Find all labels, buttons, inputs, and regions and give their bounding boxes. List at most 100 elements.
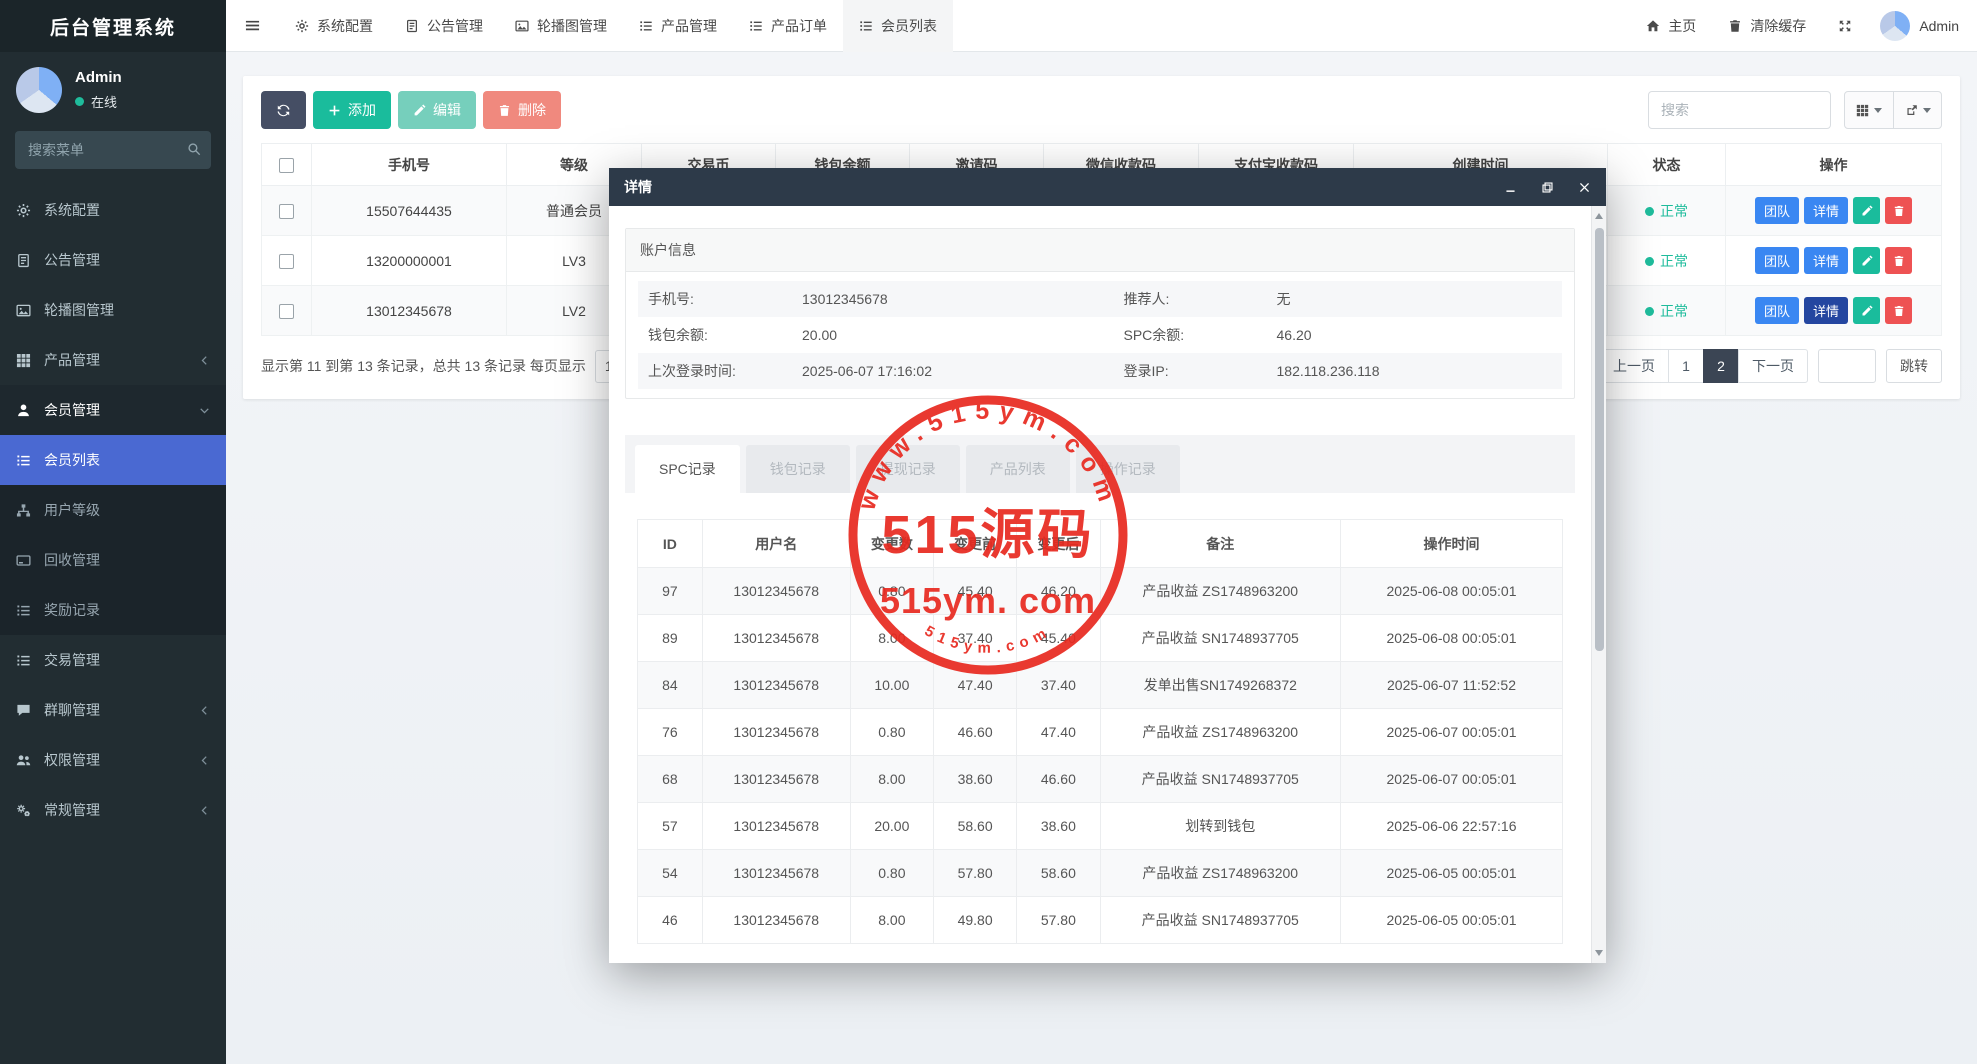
- delete-row-button[interactable]: [1885, 247, 1912, 274]
- edit-button[interactable]: 编辑: [398, 91, 476, 129]
- export-button[interactable]: [1893, 92, 1941, 128]
- tab-product-list[interactable]: 产品列表: [966, 445, 1070, 493]
- sidebar-search-input[interactable]: [15, 131, 211, 169]
- topnav-item-label: 产品管理: [661, 16, 717, 36]
- topnav-home[interactable]: 主页: [1630, 0, 1712, 52]
- doc-icon: [16, 253, 31, 268]
- topnav-item-config[interactable]: 系统配置: [279, 0, 389, 52]
- modal-title: 详情: [624, 177, 652, 197]
- spc-cell: 76: [638, 709, 703, 756]
- spc-cell: 13012345678: [702, 897, 850, 944]
- trash-icon: [1893, 255, 1905, 267]
- trash-icon: [1728, 19, 1742, 33]
- minimize-icon[interactable]: [1504, 181, 1517, 194]
- refresh-button[interactable]: [261, 91, 306, 129]
- team-button[interactable]: 团队: [1755, 297, 1799, 324]
- spc-cell: 8.00: [850, 756, 933, 803]
- grid-icon: [16, 353, 31, 368]
- page-button[interactable]: 2: [1703, 349, 1739, 383]
- spc-cell: 97: [638, 568, 703, 615]
- columns-toggle-button[interactable]: [1845, 92, 1893, 128]
- sidebar-item-trade[interactable]: 交易管理: [0, 635, 226, 685]
- sidebar-item-members[interactable]: 会员管理: [0, 385, 226, 435]
- tab-action-log[interactable]: 操作记录: [1076, 445, 1180, 493]
- pencil-icon: [413, 104, 426, 117]
- tab-spc-log[interactable]: SPC记录: [635, 445, 740, 493]
- table-search-input[interactable]: [1648, 91, 1831, 129]
- team-button[interactable]: 团队: [1755, 247, 1799, 274]
- close-icon[interactable]: [1578, 181, 1591, 194]
- sidebar-item-group-chat[interactable]: 群聊管理: [0, 685, 226, 735]
- delete-button[interactable]: 删除: [483, 91, 561, 129]
- spc-cell: 38.60: [934, 756, 1017, 803]
- hamburger-menu-icon[interactable]: [226, 0, 279, 52]
- add-button-label: 添加: [348, 100, 376, 120]
- delete-row-button[interactable]: [1885, 197, 1912, 224]
- modal-titlebar[interactable]: 详情: [609, 168, 1606, 206]
- account-info-row: 钱包余额:20.00SPC余额:46.20: [638, 317, 1562, 353]
- sidebar-item-permission[interactable]: 权限管理: [0, 735, 226, 785]
- row-checkbox[interactable]: [279, 254, 294, 269]
- page-jump-input[interactable]: [1818, 349, 1876, 383]
- page-jump-button[interactable]: 跳转: [1886, 349, 1942, 383]
- sidebar-subitem-recycle[interactable]: 回收管理: [0, 535, 226, 585]
- sidebar-item-config[interactable]: 系统配置: [0, 185, 226, 235]
- sidebar-item-label: 公告管理: [44, 250, 100, 270]
- fullscreen-button[interactable]: [1822, 0, 1868, 52]
- next-page-button[interactable]: 下一页: [1738, 349, 1808, 383]
- spc-cell: 0.80: [850, 850, 933, 897]
- edit-row-button[interactable]: [1853, 297, 1880, 324]
- tab-withdraw-log[interactable]: 提现记录: [856, 445, 960, 493]
- edit-row-button[interactable]: [1853, 247, 1880, 274]
- topnav-item-notice[interactable]: 公告管理: [389, 0, 499, 52]
- team-button[interactable]: 团队: [1755, 197, 1799, 224]
- sidebar-item-products[interactable]: 产品管理: [0, 335, 226, 385]
- avatar: [16, 67, 62, 113]
- spc-col-header: 用户名: [702, 520, 850, 568]
- row-checkbox[interactable]: [279, 304, 294, 319]
- add-button[interactable]: 添加: [313, 91, 391, 129]
- page-button[interactable]: 1: [1668, 349, 1704, 383]
- sidebar-subitem-reward-log[interactable]: 奖励记录: [0, 585, 226, 635]
- scroll-up-arrow-icon[interactable]: [1595, 213, 1603, 219]
- delete-row-button[interactable]: [1885, 297, 1912, 324]
- topnav-item-member-list[interactable]: 会员列表: [843, 0, 953, 52]
- select-all-checkbox[interactable]: [279, 158, 294, 173]
- row-checkbox[interactable]: [279, 204, 294, 219]
- spc-col-header: 变更前: [934, 520, 1017, 568]
- tab-wallet-log[interactable]: 钱包记录: [746, 445, 850, 493]
- account-info-row: 上次登录时间:2025-06-07 17:16:02登录IP:182.118.2…: [638, 353, 1562, 389]
- scroll-down-arrow-icon[interactable]: [1595, 950, 1603, 956]
- toolbar: 添加 编辑 删除: [261, 91, 1942, 129]
- topnav-clear-cache[interactable]: 清除缓存: [1712, 0, 1822, 52]
- select-all-header: [262, 144, 312, 186]
- restore-icon[interactable]: [1541, 181, 1554, 194]
- spc-body: 97130123456780.8045.4046.20产品收益 ZS174896…: [638, 568, 1563, 944]
- detail-button[interactable]: 详情: [1804, 297, 1848, 324]
- detail-button[interactable]: 详情: [1804, 247, 1848, 274]
- spc-col-header: 变更数: [850, 520, 933, 568]
- gear-icon: [295, 19, 309, 33]
- member-status: 正常: [1608, 236, 1726, 286]
- modal-scrollbar[interactable]: [1591, 206, 1606, 963]
- topnav-item-banner[interactable]: 轮播图管理: [499, 0, 623, 52]
- prev-page-button[interactable]: 上一页: [1599, 349, 1669, 383]
- sidebar-item-banner[interactable]: 轮播图管理: [0, 285, 226, 335]
- spc-cell: 68: [638, 756, 703, 803]
- trash-icon: [1893, 305, 1905, 317]
- navbar-avatar[interactable]: [1880, 11, 1910, 41]
- sidebar-subitem-member-list[interactable]: 会员列表: [0, 435, 226, 485]
- detail-button[interactable]: 详情: [1804, 197, 1848, 224]
- topnav-item-orders[interactable]: 产品订单: [733, 0, 843, 52]
- scrollbar-thumb[interactable]: [1595, 228, 1604, 651]
- spc-cell: 46.60: [934, 709, 1017, 756]
- caret-down-icon: [1874, 108, 1882, 113]
- spc-col-header: 变更后: [1017, 520, 1100, 568]
- gear-icon: [16, 203, 31, 218]
- edit-row-button[interactable]: [1853, 197, 1880, 224]
- topnav-item-products[interactable]: 产品管理: [623, 0, 733, 52]
- spc-cell: 0.80: [850, 568, 933, 615]
- sidebar-item-general[interactable]: 常规管理: [0, 785, 226, 835]
- sidebar-subitem-user-level[interactable]: 用户等级: [0, 485, 226, 535]
- sidebar-item-notice[interactable]: 公告管理: [0, 235, 226, 285]
